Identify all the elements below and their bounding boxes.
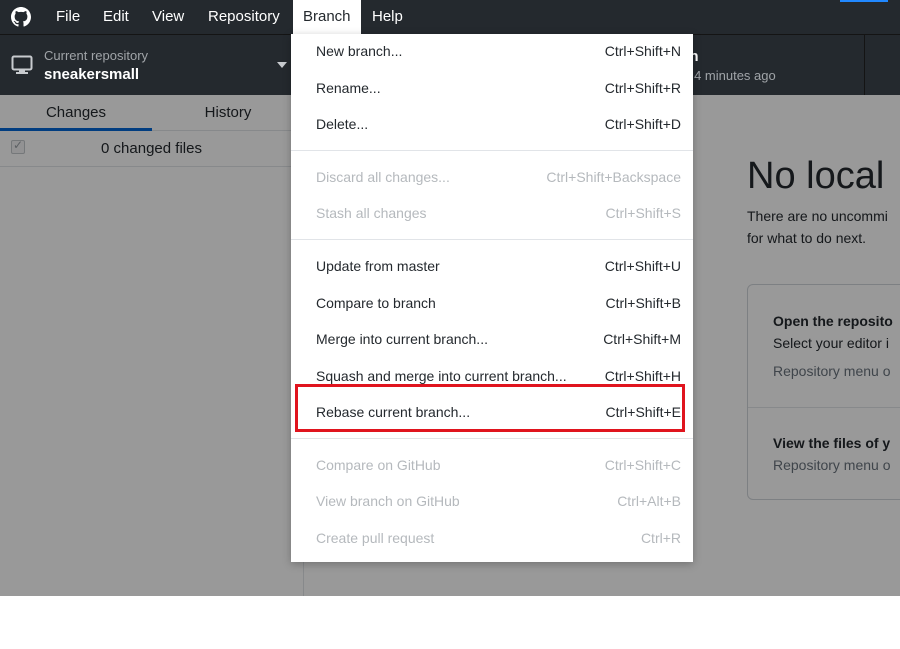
toolbar-divider	[864, 35, 865, 96]
menu-separator	[291, 239, 693, 240]
menu-item-shortcut: Ctrl+Shift+D	[604, 116, 681, 132]
menu-branch[interactable]: Branch	[293, 0, 361, 34]
branch-menu: New branch... Ctrl+Shift+N Rename... Ctr…	[291, 34, 693, 562]
menu-view[interactable]: View	[142, 0, 194, 34]
menu-item-shortcut: Ctrl+Shift+N	[604, 43, 681, 59]
menu-separator	[291, 150, 693, 151]
caret-down-icon	[277, 62, 287, 68]
menu-file[interactable]: File	[46, 0, 90, 34]
menu-item-delete[interactable]: Delete... Ctrl+Shift+D	[291, 109, 693, 139]
menu-edit[interactable]: Edit	[93, 0, 139, 34]
menu-item-shortcut: Ctrl+R	[640, 530, 681, 546]
menu-item-shortcut: Ctrl+Shift+B	[605, 295, 681, 311]
menu-item-label: Discard all changes...	[316, 169, 450, 185]
menu-item-discard-all: Discard all changes... Ctrl+Shift+Backsp…	[291, 162, 693, 192]
menu-item-label: Merge into current branch...	[316, 331, 488, 347]
menu-item-label: Stash all changes	[316, 205, 427, 221]
menu-item-label: Rename...	[316, 80, 381, 96]
github-logo-icon	[11, 7, 31, 27]
menu-item-label: View branch on GitHub	[316, 493, 460, 509]
menu-item-compare-on-github: Compare on GitHub Ctrl+Shift+C	[291, 450, 693, 480]
menu-item-shortcut: Ctrl+Shift+M	[603, 331, 681, 347]
menu-item-shortcut: Ctrl+Shift+U	[604, 258, 681, 274]
current-repository-name: sneakersmall	[44, 66, 140, 83]
menu-item-shortcut: Ctrl+Shift+R	[604, 80, 681, 96]
menu-item-label: Compare to branch	[316, 295, 436, 311]
menu-item-shortcut: Ctrl+Shift+S	[605, 205, 681, 221]
current-repository-label: Current repository	[44, 48, 149, 63]
menu-item-view-branch-on-github: View branch on GitHub Ctrl+Alt+B	[291, 486, 693, 516]
menu-item-new-branch[interactable]: New branch... Ctrl+Shift+N	[291, 36, 693, 66]
title-bar: File Edit View Repository Branch Help	[0, 0, 900, 34]
menu-item-compare-to-branch[interactable]: Compare to branch Ctrl+Shift+B	[291, 288, 693, 318]
menu-item-label: New branch...	[316, 43, 403, 59]
menu-help[interactable]: Help	[362, 0, 413, 34]
menu-item-update-from-master[interactable]: Update from master Ctrl+Shift+U	[291, 251, 693, 281]
menu-item-rename[interactable]: Rename... Ctrl+Shift+R	[291, 73, 693, 103]
menu-item-shortcut: Ctrl+Shift+C	[604, 457, 681, 473]
menu-item-label: Compare on GitHub	[316, 457, 441, 473]
menu-repository[interactable]: Repository	[198, 0, 290, 34]
desktop-icon	[11, 55, 33, 74]
menu-item-merge-into-current[interactable]: Merge into current branch... Ctrl+Shift+…	[291, 324, 693, 354]
current-repository-button[interactable]: Current repository sneakersmall	[0, 35, 292, 96]
menu-item-stash-all: Stash all changes Ctrl+Shift+S	[291, 198, 693, 228]
menu-item-label: Update from master	[316, 258, 440, 274]
highlight-annotation	[295, 384, 685, 432]
app-window: File Edit View Repository Branch Help Cu…	[0, 0, 900, 596]
menu-item-create-pull-request: Create pull request Ctrl+R	[291, 523, 693, 553]
menu-item-shortcut: Ctrl+Alt+B	[617, 493, 681, 509]
menu-separator	[291, 438, 693, 439]
accent-strip	[840, 0, 888, 2]
menu-item-label: Create pull request	[316, 530, 435, 546]
menu-item-shortcut: Ctrl+Shift+Backspace	[546, 169, 681, 185]
menu-item-label: Delete...	[316, 116, 369, 132]
